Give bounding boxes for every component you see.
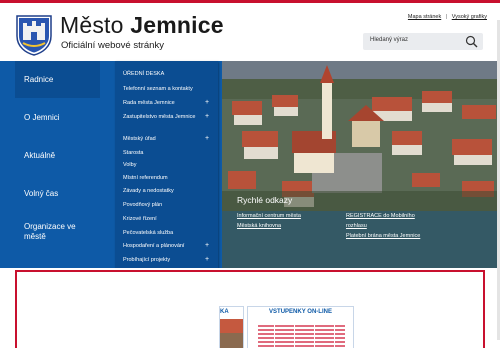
- submenu-item[interactable]: Zastupitelstvo města Jemnice: [123, 114, 205, 121]
- search-icon[interactable]: [465, 35, 478, 48]
- nav-item-o-jemnici[interactable]: O Jemnici: [15, 99, 100, 136]
- quick-links-column-1: Informační centrum města Městská knihovn…: [237, 211, 332, 231]
- expand-plus-icon[interactable]: +: [205, 99, 209, 106]
- site-title-bold: Jemnice: [130, 12, 224, 38]
- quick-link-library[interactable]: Městská knihovna: [237, 221, 332, 231]
- tickets-online-title: VSTUPENKY ON-LINE: [269, 309, 332, 315]
- nav-item-organizace[interactable]: Organizace ve městě: [15, 213, 100, 250]
- site-title-light: Město: [60, 12, 124, 38]
- top-links: Mapa stránek | Vysoký grafiky: [408, 14, 487, 20]
- nav-item-aktualne[interactable]: Aktuálně: [15, 137, 100, 174]
- nav-item-label: Aktuálně: [24, 150, 56, 160]
- card-partial[interactable]: KA: [219, 306, 244, 348]
- site-subtitle: Oficiální webové stránky: [61, 40, 164, 51]
- submenu-item[interactable]: Krizové řízení: [123, 216, 205, 223]
- expand-plus-icon[interactable]: +: [205, 113, 209, 120]
- submenu-item[interactable]: Městský úřad: [123, 136, 205, 143]
- submenu-item[interactable]: Hospodaření a plánování: [123, 243, 205, 250]
- nav-item-label: O Jemnici: [24, 112, 60, 122]
- search-input[interactable]: Hledaný výraz: [370, 37, 408, 43]
- quick-link-registration[interactable]: REGISTRACE do Mobilního: [346, 211, 446, 221]
- quick-links-column-2: REGISTRACE do Mobilního rozhlasu Platebn…: [346, 211, 446, 241]
- quick-link-payment-gateway[interactable]: Platební brána města Jemnice: [346, 231, 446, 241]
- seat-map-image: [254, 321, 349, 348]
- submenu-item[interactable]: Rada města Jemnice: [123, 100, 205, 107]
- expand-plus-icon[interactable]: +: [205, 242, 209, 249]
- top-links-separator: |: [445, 14, 448, 20]
- expand-plus-icon[interactable]: +: [205, 256, 209, 263]
- submenu-item[interactable]: Závady a nedostatky: [123, 188, 205, 195]
- site-title[interactable]: Město Jemnice: [60, 12, 224, 39]
- quick-links: Rychlé odkazy Informační centrum města M…: [237, 195, 437, 239]
- submenu-item[interactable]: Volby: [123, 162, 205, 169]
- search-box[interactable]: Hledaný výraz: [363, 33, 483, 50]
- quick-link-info-center[interactable]: Informační centrum města: [237, 211, 332, 221]
- nav-item-volny-cas[interactable]: Volný čas: [15, 175, 100, 212]
- card-partial-image: [220, 319, 243, 348]
- sitemap-link[interactable]: Mapa stránek: [408, 14, 441, 20]
- quick-link-registration-cont[interactable]: rozhlasu: [346, 221, 446, 231]
- main-navigation: Radnice O Jemnici Aktuálně Volný čas Org…: [15, 61, 100, 251]
- submenu-item[interactable]: Starosta: [123, 150, 205, 157]
- quick-links-title: Rychlé odkazy: [237, 195, 293, 205]
- submenu-item[interactable]: Pečovatelská služba: [123, 230, 205, 237]
- submenu-item[interactable]: Povodňový plán: [123, 202, 205, 209]
- site-header: Město Jemnice Oficiální webové stránky M…: [0, 3, 500, 61]
- card-partial-title: KA: [220, 309, 229, 315]
- nav-item-label: Radnice: [24, 74, 54, 84]
- submenu-item[interactable]: Místní referendum: [123, 175, 205, 182]
- expand-plus-icon[interactable]: +: [205, 135, 209, 142]
- nav-item-label: Organizace ve městě: [24, 222, 76, 241]
- submenu-item[interactable]: Telefonní seznam a kontakty: [123, 86, 205, 93]
- nav-item-label: Volný čas: [24, 188, 59, 198]
- submenu-item[interactable]: Probíhající projekty: [123, 257, 205, 264]
- tickets-online-card[interactable]: VSTUPENKY ON-LINE: [247, 306, 354, 348]
- submenu-item-official-board[interactable]: ÚŘEDNÍ DESKA: [123, 71, 164, 77]
- high-contrast-link[interactable]: Vysoký grafiky: [452, 14, 487, 20]
- coat-of-arms-logo[interactable]: [15, 14, 53, 56]
- nav-item-radnice[interactable]: Radnice: [15, 61, 100, 98]
